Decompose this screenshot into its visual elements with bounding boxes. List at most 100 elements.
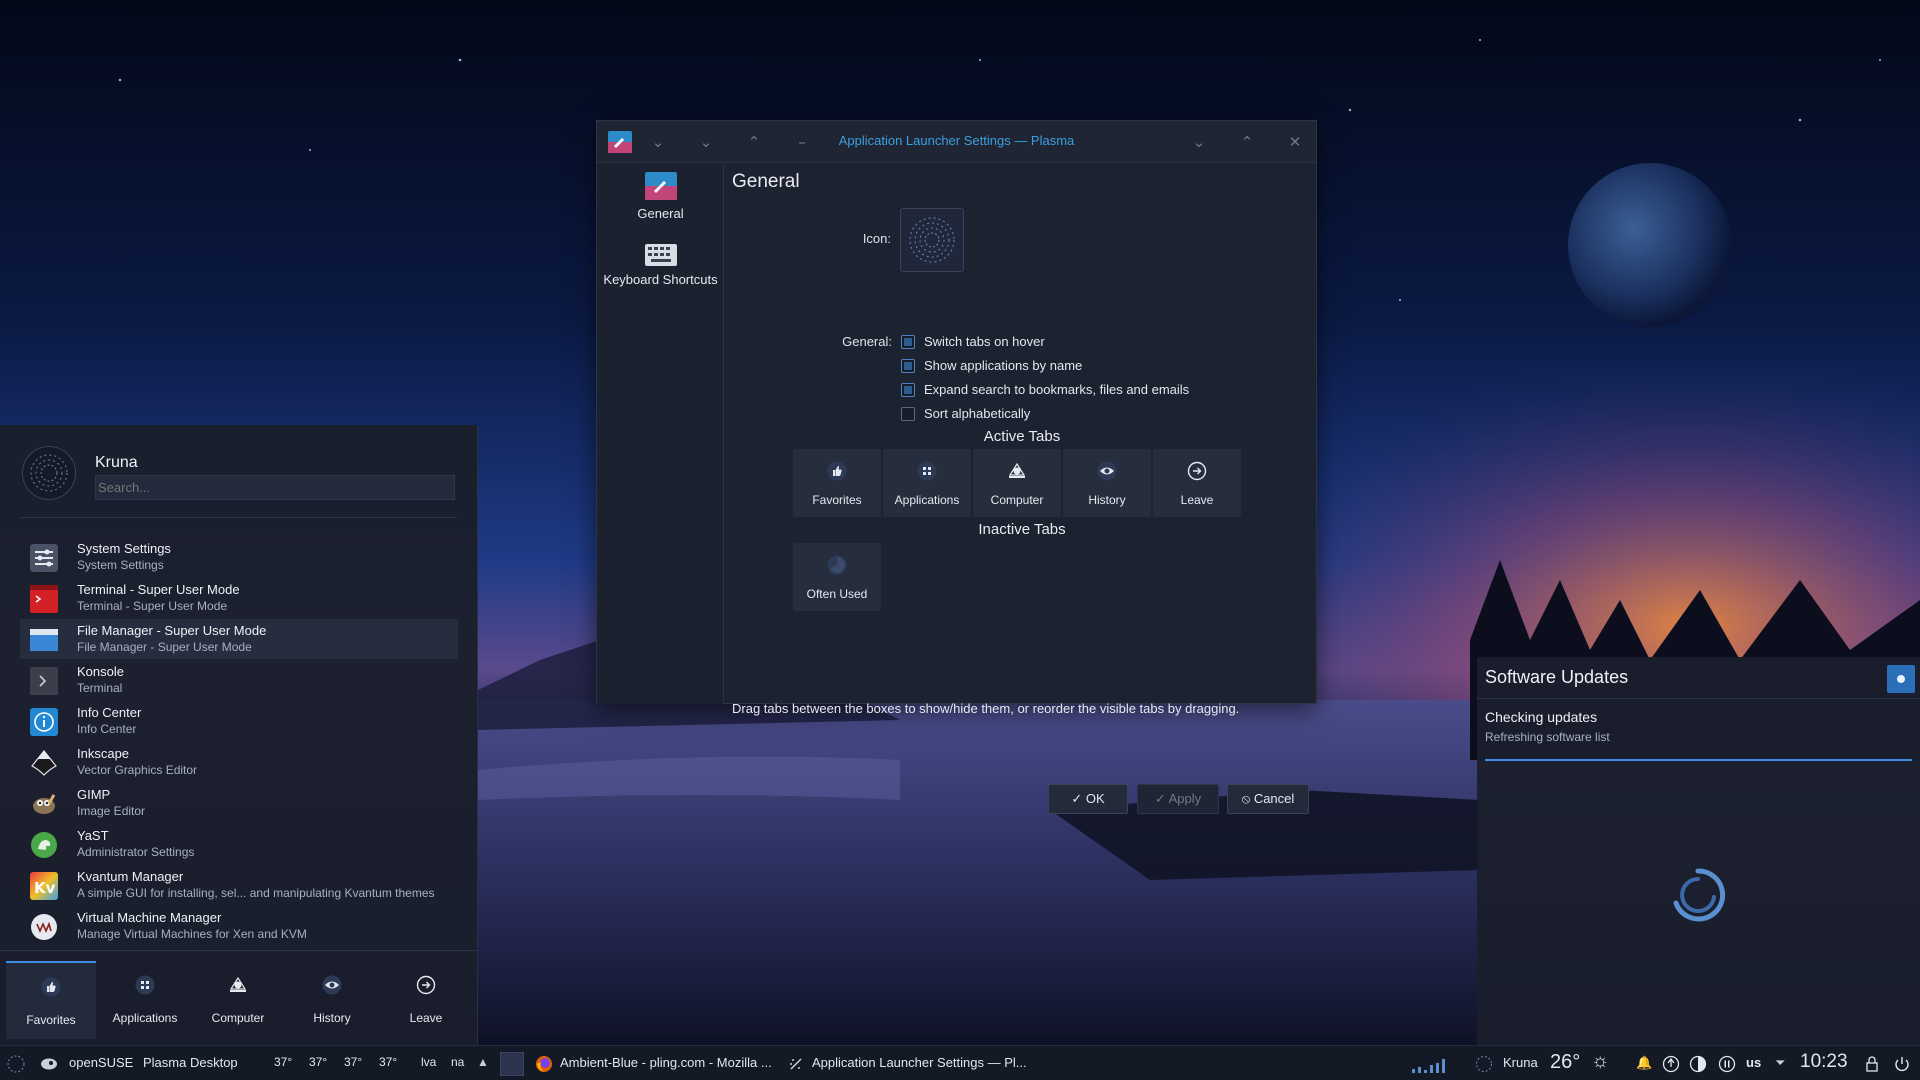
computer-icon — [229, 976, 247, 992]
temp-sensor-3[interactable]: 37° — [344, 1055, 362, 1069]
power-icon[interactable] — [1893, 1055, 1911, 1073]
media-pause-icon[interactable] — [1718, 1055, 1736, 1073]
active-tab-leave[interactable]: Leave — [1153, 449, 1241, 517]
sun-icon[interactable]: ☼ — [1591, 1050, 1609, 1073]
temp-sensor-2[interactable]: 37° — [309, 1055, 327, 1069]
launcher-spiral-icon — [909, 217, 955, 263]
list-item[interactable]: GIMP Image Editor — [20, 783, 458, 823]
application-launcher: Kruna System Settings System Settings Te… — [0, 425, 478, 1045]
list-item[interactable]: Info Center Info Center — [20, 701, 458, 741]
checkbox[interactable] — [901, 359, 915, 373]
list-item[interactable]: Konsole Terminal — [20, 660, 458, 700]
weather-user[interactable]: Kruna — [1503, 1055, 1538, 1070]
sidebar-item-keyboard-shortcuts[interactable]: Keyboard Shortcuts — [597, 244, 724, 287]
firefox-icon — [536, 1056, 552, 1072]
list-item[interactable]: Kv Kvantum Manager A simple GUI for inst… — [20, 865, 458, 905]
check-icon: ✓ — [1071, 791, 1086, 806]
sidebar-item-label: General — [637, 206, 684, 221]
tray-menu-icon[interactable]: ⏷ — [1775, 1055, 1785, 1071]
lva-indicator[interactable]: lva — [421, 1055, 436, 1069]
tab-favorites[interactable]: Favorites — [6, 961, 96, 1039]
list-item[interactable]: Inkscape Vector Graphics Editor — [20, 742, 458, 782]
updates-icon[interactable] — [1662, 1055, 1680, 1073]
updates-progress-bar — [1485, 759, 1912, 761]
pie-icon — [827, 555, 847, 575]
list-item[interactable]: System Settings System Settings — [20, 537, 458, 577]
apply-button[interactable]: ✓ Apply — [1137, 784, 1219, 814]
temp-sensor-1[interactable]: 37° — [274, 1055, 292, 1069]
pin-button[interactable] — [1887, 665, 1915, 693]
list-item[interactable]: Terminal - Super User Mode Terminal - Su… — [20, 578, 458, 618]
svg-text:Kv: Kv — [34, 879, 56, 897]
updates-status: Checking updates — [1485, 709, 1598, 725]
app-launcher-button-icon[interactable] — [7, 1055, 25, 1073]
distro-label[interactable]: openSUSE — [69, 1055, 133, 1070]
task-firefox[interactable]: Ambient-Blue - pling.com - Mozilla ... — [560, 1055, 772, 1070]
divider — [20, 517, 457, 518]
launcher-settings-icon — [790, 1058, 802, 1070]
checkbox[interactable] — [901, 383, 915, 397]
avatar[interactable] — [22, 446, 76, 500]
computer-icon — [1008, 462, 1026, 478]
na-indicator[interactable]: na — [451, 1055, 464, 1069]
task-launcher-settings[interactable]: Application Launcher Settings — Pl... — [812, 1055, 1027, 1070]
night-color-icon[interactable] — [1689, 1055, 1707, 1073]
desktop-label[interactable]: Plasma Desktop — [143, 1055, 238, 1070]
sidebar-item-label: Keyboard Shortcuts — [603, 272, 718, 287]
active-tab-history[interactable]: History — [1063, 449, 1151, 517]
list-item[interactable]: YaST Administrator Settings — [20, 824, 458, 864]
weather-user-icon[interactable] — [1475, 1055, 1493, 1073]
clock[interactable]: 10:23 — [1800, 1051, 1848, 1073]
info-icon — [30, 708, 58, 736]
launcher-settings-icon — [644, 172, 677, 200]
thumbs-up-icon — [41, 977, 61, 997]
icon-label: Icon: — [862, 231, 891, 246]
checkbox[interactable] — [901, 407, 915, 421]
tab-applications[interactable]: Applications — [100, 961, 190, 1039]
tab-computer[interactable]: Computer — [193, 961, 283, 1039]
app-grid-icon — [917, 461, 937, 481]
opensuse-icon[interactable] — [40, 1055, 58, 1073]
notifications-icon[interactable]: 🔔 — [1636, 1055, 1652, 1071]
lock-icon[interactable] — [1863, 1055, 1881, 1073]
terminal-icon — [30, 585, 58, 613]
cancel-button[interactable]: ⦸ Cancel — [1227, 784, 1309, 814]
user-name: Kruna — [95, 454, 138, 471]
maximize-button[interactable]: ⌃ — [1236, 131, 1258, 153]
search-input[interactable] — [95, 475, 455, 500]
check-icon: ✓ — [1154, 791, 1169, 806]
temperature[interactable]: 26° — [1550, 1051, 1580, 1074]
leave-icon — [1187, 461, 1207, 481]
settings-sidebar: General Keyboard Shortcuts — [597, 164, 724, 704]
tab-leave[interactable]: Leave — [381, 961, 471, 1039]
tab-history[interactable]: History — [287, 961, 377, 1039]
taskbar: openSUSE Plasma Desktop 37° 37° 37° 37° … — [0, 1045, 1920, 1080]
keyboard-layout[interactable]: us — [1746, 1055, 1761, 1070]
folder-icon — [30, 629, 58, 651]
active-tab-computer[interactable]: Computer — [973, 449, 1061, 517]
launcher-tabs: Favorites Applications Computer History — [0, 950, 478, 1045]
checkbox[interactable] — [901, 335, 915, 349]
list-item[interactable]: Virtual Machine Manager Manage Virtual M… — [20, 906, 458, 946]
tray-expand-icon[interactable]: ▲ — [477, 1055, 489, 1069]
general-options-label: General: — [842, 334, 892, 349]
close-button[interactable]: ✕ — [1284, 131, 1306, 153]
dialog-titlebar[interactable]: ⌄ ⌄ ⌃ – Application Launcher Settings — … — [597, 121, 1316, 163]
updates-title: Software Updates — [1485, 667, 1629, 687]
pager-desktop-1[interactable] — [500, 1052, 524, 1076]
sidebar-item-general[interactable]: General — [597, 172, 724, 221]
keyboard-icon — [644, 244, 677, 266]
konsole-icon — [30, 667, 58, 695]
active-tab-favorites[interactable]: Favorites — [793, 449, 881, 517]
network-graph-icon[interactable] — [1410, 1055, 1452, 1073]
minimize-button[interactable]: ⌄ — [1188, 131, 1210, 153]
icon-picker-button[interactable] — [900, 208, 964, 272]
app-grid-icon — [135, 975, 155, 995]
leave-icon — [416, 975, 436, 995]
temp-sensor-4[interactable]: 37° — [379, 1055, 397, 1069]
active-tab-applications[interactable]: Applications — [883, 449, 971, 517]
ok-button[interactable]: ✓ OK — [1048, 784, 1128, 814]
inactive-tab-often-used[interactable]: Often Used — [793, 543, 881, 611]
thumbs-up-icon — [827, 461, 847, 481]
list-item[interactable]: File Manager - Super User Mode File Mana… — [20, 619, 458, 659]
